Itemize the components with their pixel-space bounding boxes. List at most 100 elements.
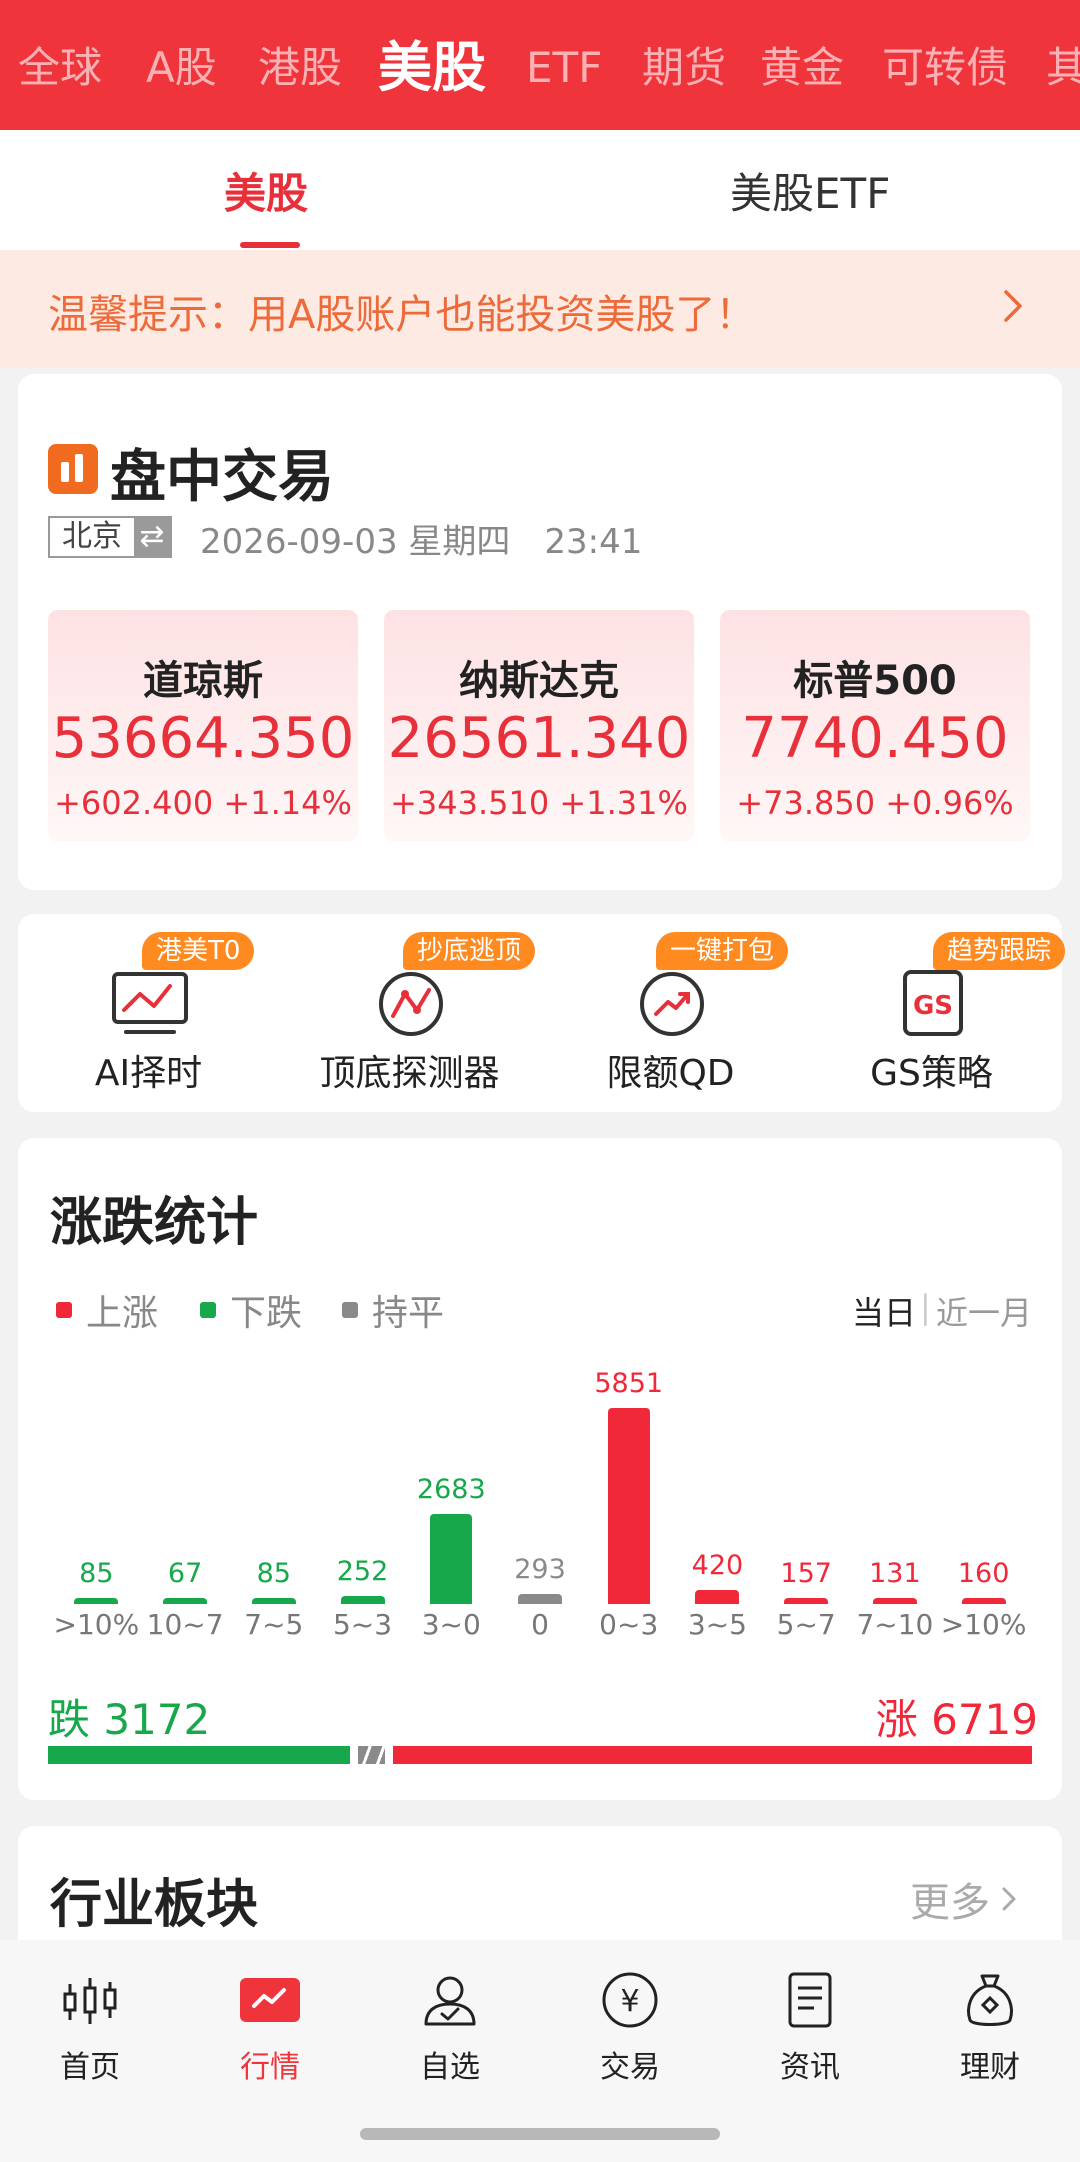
tab-etf[interactable]: ETF (526, 40, 602, 96)
bar-category-label: 7~10 (856, 1608, 934, 1641)
index-name: 道琼斯 (143, 658, 263, 704)
notice-text: 温馨提示：用A股账户也能投资美股了！ (48, 292, 756, 338)
nav-home[interactable]: 首页 (0, 1968, 180, 2086)
bar-category-label: >10% (53, 1608, 140, 1641)
index-change: +73.850 +0.96% (736, 784, 1014, 822)
rise-total: 涨 6719 (875, 1695, 1038, 1744)
bar-2 (251, 1598, 296, 1604)
home-indicator (360, 2128, 720, 2140)
bar-5 (518, 1594, 562, 1604)
nav-news[interactable]: 资讯 (720, 1968, 900, 2086)
tool-label: 顶底探测器 (319, 1053, 500, 1094)
index-value: 53664.350 (51, 706, 355, 771)
detector-icon (379, 972, 443, 1036)
tool-ai-timing[interactable]: 港美T0 AI择时 (18, 914, 279, 1112)
bar-8 (784, 1598, 829, 1604)
watchlist-icon (424, 1976, 476, 2026)
bar-1 (163, 1598, 208, 1604)
bar-value-label: 131 (869, 1558, 921, 1589)
gs-icon: GS (903, 970, 963, 1036)
tool-badge: 一键打包 (656, 932, 789, 970)
more-label: 更多 (910, 1880, 990, 1926)
bar-0 (74, 1598, 119, 1604)
period-today[interactable]: 当日 (852, 1288, 916, 1334)
active-tab-indicator (240, 242, 300, 248)
legend-fall: 下跌 (200, 1284, 302, 1336)
tab-global[interactable]: 全球 (18, 40, 102, 96)
market-tab-bar: 全球 A股 港股 美股 ETF 期货 黄金 可转债 其 (0, 0, 1080, 130)
intraday-card: 盘中交易 北京 ⇄ 2026-09-03 星期四 23:41 道琼斯 53664… (18, 374, 1062, 890)
tab-a-shares[interactable]: A股 (146, 40, 217, 96)
bar-value-label: 5851 (594, 1368, 664, 1399)
nav-watchlist[interactable]: 自选 (360, 1968, 540, 2086)
index-change: +343.510 +1.31% (390, 784, 688, 822)
rise-fall-stats-card: 涨跌统计 上涨 下跌 持平 当日 | 近一月 85 >10% 67 10~7 85 7~5… (18, 1138, 1062, 1800)
bar-category-label: 5~3 (332, 1608, 393, 1641)
tool-gs-strategy[interactable]: GS 趋势跟踪 GS策略 (801, 914, 1066, 1112)
bar-category-label: 3~5 (687, 1608, 747, 1641)
bar-category-label: 5~7 (776, 1608, 836, 1641)
nav-label: 行情 (240, 2050, 300, 2085)
news-icon (788, 1972, 832, 2028)
wealth-bag-icon (967, 1974, 1013, 2026)
bar-10 (961, 1598, 1006, 1604)
nav-market[interactable]: 行情 (180, 1968, 360, 2086)
nav-wealth[interactable]: 理财 (900, 1968, 1080, 2086)
tool-top-bottom-detector[interactable]: 抄底逃顶 顶底探测器 (279, 914, 540, 1112)
tab-other[interactable]: 其 (1046, 40, 1080, 96)
tab-convertible-bonds[interactable]: 可转债 (882, 40, 1008, 96)
more-link[interactable]: 更多 (910, 1870, 1026, 1928)
bar-category-label: 7~5 (244, 1608, 304, 1641)
index-card-dow[interactable]: 道琼斯 53664.350 +602.400 +1.14% (48, 610, 358, 842)
location-switch[interactable]: 北京 ⇄ (48, 516, 172, 558)
bar-3 (340, 1595, 385, 1604)
location-label: 北京 (50, 518, 134, 556)
ratio-segment-rise (393, 1746, 1032, 1764)
tab-hk-stocks[interactable]: 港股 (258, 40, 342, 96)
nav-label: 理财 (960, 2050, 1020, 2085)
swap-icon: ⇄ (134, 518, 170, 556)
period-month[interactable]: 近一月 (936, 1288, 1032, 1334)
bar-value-label: 157 (780, 1558, 832, 1589)
industry-title: 行业板块 (50, 1875, 259, 1935)
bar-category-label: 3~0 (421, 1608, 481, 1641)
tool-label: 限额QD (606, 1053, 735, 1094)
legend-rise: 上涨 (56, 1284, 158, 1336)
index-change: +602.400 +1.14% (54, 784, 352, 822)
svg-text:¥: ¥ (620, 1984, 639, 2019)
nav-label: 资讯 (780, 2050, 840, 2085)
bar-category-label: 0 (531, 1608, 549, 1641)
tool-badge: 趋势跟踪 (933, 932, 1066, 970)
bar-7 (695, 1589, 740, 1604)
nav-label: 自选 (420, 2050, 480, 2085)
subtab-us-stocks[interactable]: 美股 (224, 160, 308, 221)
trade-yen-icon: ¥ (602, 1972, 658, 2028)
bar-category-label: 0~3 (599, 1608, 659, 1641)
intraday-title: 盘中交易 (110, 445, 334, 510)
chevron-right-icon (1004, 290, 1022, 322)
notice-banner[interactable]: 温馨提示：用A股账户也能投资美股了！ (0, 250, 1080, 368)
bar-6 (607, 1408, 650, 1604)
tool-label: AI择时 (94, 1053, 203, 1094)
index-value: 7740.450 (741, 706, 1009, 771)
nav-label: 首页 (60, 2050, 120, 2085)
svg-text:GS: GS (913, 991, 953, 1021)
tool-badge: 抄底逃顶 (403, 932, 536, 970)
bar-value-label: 67 (167, 1558, 203, 1589)
tab-us-stocks[interactable]: 美股 (378, 36, 486, 100)
index-card-sp500[interactable]: 标普500 7740.450 +73.850 +0.96% (720, 610, 1030, 842)
nav-trade[interactable]: ¥ 交易 (540, 1968, 720, 2086)
tool-quota-qd[interactable]: 一键打包 限额QD (540, 914, 801, 1112)
sub-tab-bar: 美股 美股ETF (0, 130, 1080, 250)
bar-value-label: 160 (957, 1558, 1010, 1589)
index-card-nasdaq[interactable]: 纳斯达克 26561.340 +343.510 +1.31% (384, 610, 694, 842)
bar-value-label: 420 (691, 1549, 744, 1581)
tools-card: 港美T0 AI择时 抄底逃顶 顶底探测器 一键打包 限额QD GS 趋势跟踪 G… (18, 914, 1066, 1112)
bar-value-label: 2683 (416, 1474, 486, 1506)
tool-badge: 港美T0 (142, 932, 255, 970)
subtab-us-etf[interactable]: 美股ETF (730, 160, 890, 221)
tab-gold[interactable]: 黄金 (760, 40, 844, 96)
stats-title: 涨跌统计 (50, 1193, 259, 1253)
home-candle-icon (63, 1978, 117, 2024)
tab-futures[interactable]: 期货 (642, 40, 726, 96)
